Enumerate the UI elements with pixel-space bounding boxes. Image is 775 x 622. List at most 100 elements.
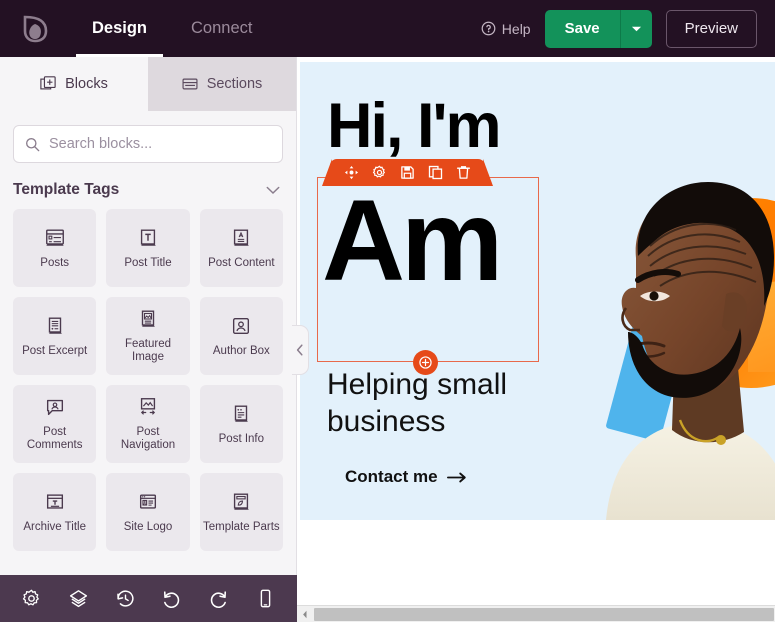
move-icon[interactable] xyxy=(344,165,359,180)
template-parts-icon xyxy=(234,493,250,510)
settings-button[interactable] xyxy=(16,584,46,614)
block-label: Post Content xyxy=(208,256,275,269)
search-icon xyxy=(26,137,40,151)
leaf-logo-icon xyxy=(23,15,48,42)
undo-icon xyxy=(164,591,180,608)
block-card-post-navigation[interactable]: Post Navigation xyxy=(106,385,190,463)
preview-button[interactable]: Preview xyxy=(665,9,757,48)
hero-cta-link[interactable]: Contact me xyxy=(345,467,467,487)
sidebar-tab-blocks[interactable]: Blocks xyxy=(0,57,148,111)
header-tab-connect[interactable]: Connect xyxy=(169,0,274,57)
block-label: Post Title xyxy=(124,256,172,269)
post-content-icon xyxy=(234,229,250,246)
canvas-horizontal-scrollbar[interactable] xyxy=(297,605,775,622)
block-card-posts[interactable]: Posts xyxy=(13,209,97,287)
block-card-post-info[interactable]: Post Info xyxy=(199,385,283,463)
blocks-grid: Posts Post Title Post Content Post Excer… xyxy=(0,209,296,551)
block-selection-toolbar xyxy=(330,159,485,186)
history-button[interactable] xyxy=(110,584,140,614)
featured-image-icon xyxy=(141,310,155,328)
help-label: Help xyxy=(501,20,531,37)
save-button-group: Save xyxy=(544,9,652,48)
hero-headline-line1[interactable]: Hi, I'm xyxy=(327,95,502,158)
layers-button[interactable] xyxy=(63,584,93,614)
save-dropdown-button[interactable] xyxy=(619,9,652,48)
editor-canvas[interactable]: Hi, I'm Am Helping small business Contac… xyxy=(297,57,775,622)
block-label: Template Parts xyxy=(202,520,280,533)
block-card-author-box[interactable]: Author Box xyxy=(199,297,283,375)
chevron-left-icon xyxy=(296,344,303,356)
archive-title-icon xyxy=(46,494,63,509)
blocks-icon xyxy=(40,76,56,90)
block-label: Archive Title xyxy=(23,520,86,533)
help-button[interactable]: Help xyxy=(481,21,531,37)
plus-circle-icon xyxy=(419,356,432,369)
search-section xyxy=(0,111,296,169)
post-excerpt-icon xyxy=(48,317,62,334)
hero-subheadline[interactable]: Helping small business xyxy=(327,367,557,440)
hero-section[interactable]: Hi, I'm Am Helping small business Contac… xyxy=(300,62,775,520)
scrollbar-thumb[interactable] xyxy=(314,607,774,621)
block-label: Author Box xyxy=(212,344,270,357)
app-logo[interactable] xyxy=(0,0,70,57)
settings-icon xyxy=(22,589,39,606)
site-logo-icon xyxy=(139,494,157,509)
hero-artwork xyxy=(538,62,775,520)
sidebar-tab-sections[interactable]: Sections xyxy=(148,57,296,111)
block-card-post-excerpt[interactable]: Post Excerpt xyxy=(13,297,97,375)
duplicate-icon[interactable] xyxy=(428,165,443,180)
sidebar-bottom-toolbar xyxy=(0,575,297,622)
block-label: Featured Image xyxy=(124,338,171,363)
post-info-icon xyxy=(235,405,249,422)
chevron-down-icon[interactable] xyxy=(266,186,280,195)
arrow-right-icon xyxy=(446,472,466,482)
layers-icon xyxy=(69,590,87,608)
responsive-mobile-icon xyxy=(260,589,271,608)
block-card-post-title[interactable]: Post Title xyxy=(106,209,190,287)
post-title-icon xyxy=(140,229,156,246)
gear-icon[interactable] xyxy=(372,165,387,180)
redo-button[interactable] xyxy=(204,584,234,614)
block-card-post-comments[interactable]: Post Comments xyxy=(13,385,97,463)
block-card-archive-title[interactable]: Archive Title xyxy=(13,473,97,551)
caret-left-icon xyxy=(303,610,307,618)
portrait-photo xyxy=(606,182,775,520)
responsive-mobile-button[interactable] xyxy=(251,584,281,614)
author-box-icon xyxy=(233,317,250,334)
sidebar-tab-sections-label: Sections xyxy=(206,76,263,92)
add-block-button[interactable] xyxy=(413,350,438,375)
hero-headline-line2[interactable]: Am xyxy=(322,184,503,299)
scrollbar-left-arrow[interactable] xyxy=(297,605,313,622)
page-builder-app: Design Connect Help Save Preview Blocks … xyxy=(0,0,775,622)
help-circle-icon xyxy=(481,21,496,36)
block-card-featured-image[interactable]: Featured Image xyxy=(106,297,190,375)
sidebar-tabs: Blocks Sections xyxy=(0,57,296,111)
template-tags-title: Template Tags xyxy=(13,181,120,198)
search-box[interactable] xyxy=(13,125,283,163)
post-navigation-icon xyxy=(140,398,156,415)
left-sidebar: Blocks Sections Template Tags xyxy=(0,57,297,622)
app-header: Design Connect Help Save Preview xyxy=(0,0,775,57)
template-tags-group-header[interactable]: Template Tags xyxy=(0,169,296,209)
redo-icon xyxy=(211,591,227,608)
block-label: Post Excerpt xyxy=(22,344,88,357)
block-label: Site Logo xyxy=(123,520,173,533)
sections-icon xyxy=(182,78,198,90)
chevron-down-icon xyxy=(631,26,641,31)
block-card-template-parts[interactable]: Template Parts xyxy=(199,473,283,551)
header-actions: Help Save Preview xyxy=(481,9,775,48)
block-card-site-logo[interactable]: Site Logo xyxy=(106,473,190,551)
sidebar-tab-blocks-label: Blocks xyxy=(65,76,108,92)
block-label: Post Comments xyxy=(26,426,83,451)
save-button[interactable]: Save xyxy=(544,9,620,48)
save-icon[interactable] xyxy=(400,165,415,180)
block-label: Posts xyxy=(40,256,70,269)
search-input[interactable] xyxy=(49,136,271,152)
undo-button[interactable] xyxy=(157,584,187,614)
header-tab-design-label: Design xyxy=(92,19,148,37)
block-card-post-content[interactable]: Post Content xyxy=(199,209,283,287)
trash-icon[interactable] xyxy=(456,165,471,180)
block-label: Post Navigation xyxy=(120,426,176,451)
header-tab-design[interactable]: Design xyxy=(70,0,169,57)
sidebar-collapse-handle[interactable] xyxy=(292,325,309,375)
